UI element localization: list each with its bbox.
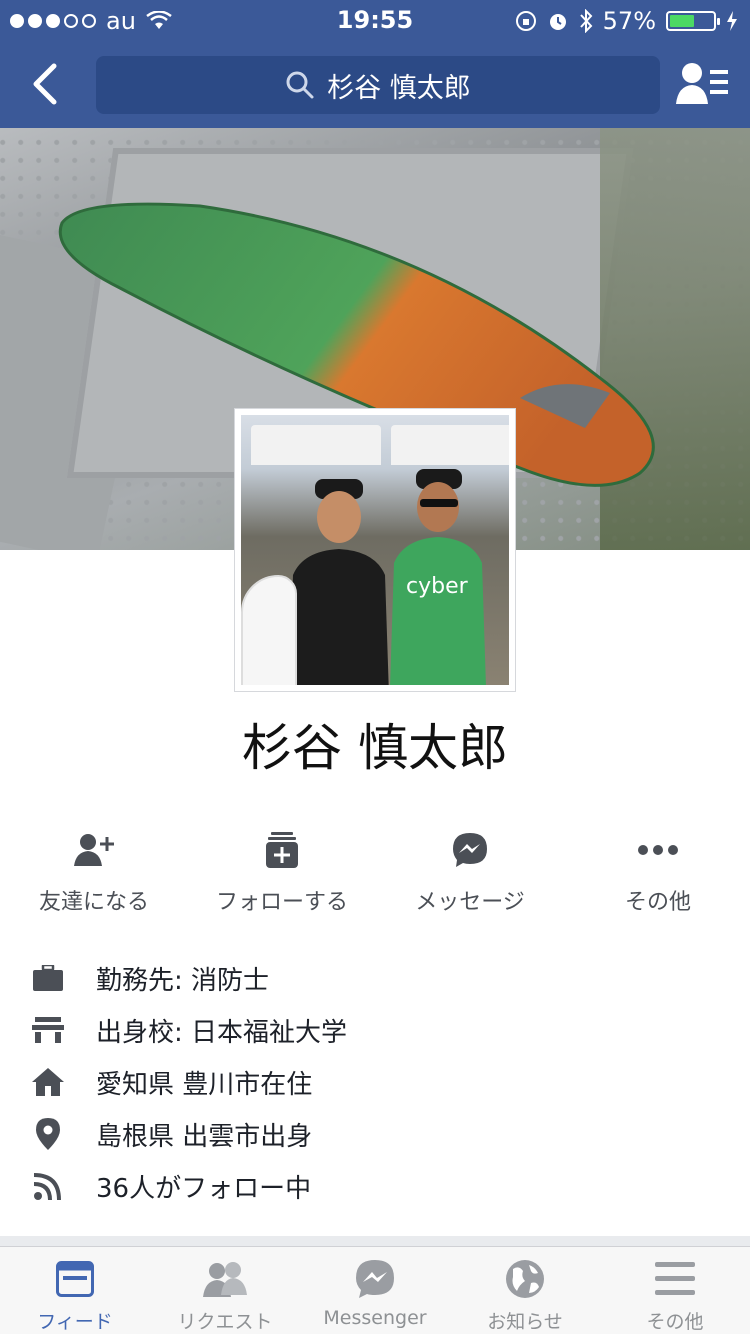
search-text: 杉谷 慎太郎 — [327, 72, 471, 104]
follow-label: フォローする — [215, 890, 348, 915]
message-button[interactable]: メッセージ — [376, 826, 564, 916]
info-text: 島根県 出雲市出身 — [96, 1121, 313, 1152]
info-text: 勤務先: 消防士 — [96, 965, 270, 996]
battery-icon — [666, 11, 720, 31]
status-bar: au 19:55 57% — [0, 0, 750, 40]
tab-more[interactable]: その他 — [600, 1257, 750, 1334]
add-friend-button[interactable]: 友達になる — [0, 826, 188, 916]
home-icon — [32, 1068, 64, 1096]
tab-label: フィード — [37, 1311, 113, 1333]
info-row-hometown[interactable]: 島根県 出雲市出身 — [0, 1108, 750, 1160]
school-icon — [32, 1017, 64, 1043]
messenger-icon — [453, 833, 487, 867]
tab-label: Messenger — [323, 1307, 427, 1329]
profile-name: 杉谷 慎太郎 — [242, 719, 508, 777]
menu-icon — [655, 1262, 695, 1295]
messenger-icon — [356, 1260, 394, 1298]
add-friend-label: 友達になる — [38, 890, 149, 915]
chevron-left-icon — [33, 63, 57, 105]
back-button[interactable] — [26, 58, 66, 110]
friends-list-icon — [676, 63, 728, 104]
friend-requests-icon — [203, 1262, 247, 1297]
tab-label: その他 — [646, 1311, 704, 1333]
tab-requests[interactable]: リクエスト — [150, 1257, 300, 1334]
rss-icon — [34, 1173, 61, 1200]
info-text: 出身校: 日本福祉大学 — [96, 1017, 348, 1048]
location-pin-icon — [36, 1118, 60, 1150]
profile-photo: cyber — [241, 415, 509, 685]
top-bar: au 19:55 57% 杉谷 慎太郎 — [0, 0, 750, 128]
message-label: メッセージ — [415, 890, 525, 915]
section-divider — [0, 1236, 750, 1246]
info-row-followers[interactable]: 36人がフォロー中 — [0, 1160, 750, 1212]
bluetooth-icon — [579, 9, 593, 33]
more-button[interactable]: その他 — [564, 826, 750, 916]
rotation-lock-icon — [515, 11, 536, 31]
search-bar[interactable]: 杉谷 慎太郎 — [96, 56, 660, 114]
tab-label: お知らせ — [487, 1311, 563, 1333]
tab-feed[interactable]: フィード — [0, 1257, 150, 1334]
battery-percent: 57% — [602, 7, 656, 35]
profile-actions: 友達になる フォローする メッセージ その他 — [0, 826, 750, 916]
more-icon — [638, 845, 678, 855]
add-friend-icon — [74, 834, 114, 866]
tab-notifications[interactable]: お知らせ — [450, 1257, 600, 1334]
charging-icon — [727, 11, 737, 31]
tab-bar: フィード リクエスト Messenger お知らせ その他 — [0, 1246, 750, 1334]
follow-button[interactable]: フォローする — [188, 826, 376, 916]
person-green-shirt: cyber — [390, 469, 486, 685]
globe-icon — [506, 1260, 544, 1298]
search-icon — [286, 71, 314, 99]
info-row-work[interactable]: 勤務先: 消防士 — [0, 952, 750, 1004]
alarm-icon — [549, 14, 566, 30]
info-row-school[interactable]: 出身校: 日本福祉大学 — [0, 1004, 750, 1056]
follow-icon — [266, 832, 298, 868]
info-text: 愛知県 豊川市在住 — [96, 1069, 313, 1100]
white-surfboard — [241, 575, 297, 685]
tab-label: リクエスト — [177, 1311, 273, 1333]
briefcase-icon — [33, 965, 63, 991]
profile-picture[interactable]: cyber — [234, 408, 516, 692]
friends-list-button[interactable] — [676, 60, 730, 106]
person-black-shirt — [289, 479, 389, 685]
svg-text:cyber: cyber — [406, 574, 469, 599]
feed-icon — [56, 1261, 94, 1297]
info-row-home[interactable]: 愛知県 豊川市在住 — [0, 1056, 750, 1108]
more-label: その他 — [624, 890, 691, 915]
info-text: 36人がフォロー中 — [96, 1173, 312, 1204]
tab-messenger[interactable]: Messenger — [300, 1257, 450, 1329]
